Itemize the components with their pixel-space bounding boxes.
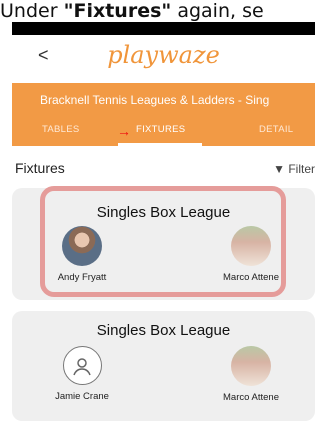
fixtures-section-header: Fixtures ▼ Filter — [12, 158, 315, 180]
fixture-title: Singles Box League — [96, 322, 231, 339]
league-title: Bracknell Tennis Leagues & Ladders - Sin… — [40, 93, 270, 107]
section-title: Fixtures — [15, 160, 65, 176]
instruction-caption: Under "Fixtures" again, se — [0, 0, 327, 22]
player-left: Jamie Crane — [42, 346, 122, 402]
player-name: Jamie Crane — [55, 391, 109, 402]
tab-fixtures[interactable]: FIXTURES — [136, 124, 185, 135]
highlight-box — [40, 186, 286, 297]
filter-button[interactable]: ▼ Filter — [273, 162, 315, 176]
avatar — [231, 346, 271, 386]
filter-triangle-icon: ▼ — [273, 162, 289, 176]
active-tab-indicator — [118, 143, 202, 146]
caption-bold: "Fixtures" — [63, 0, 172, 22]
caption-prefix: Under — [0, 0, 64, 22]
league-header: Bracknell Tennis Leagues & Ladders - Sin… — [12, 83, 315, 146]
status-bar — [12, 22, 315, 35]
player-name: Marco Attene — [223, 392, 279, 403]
app-header: < playwaze — [12, 35, 315, 83]
filter-label: Filter — [288, 162, 315, 176]
fixture-card[interactable]: Singles Box League Jamie Crane Marco Att… — [12, 311, 315, 421]
tab-detail[interactable]: DETAIL — [259, 124, 293, 135]
annotation-arrow-icon: → — [117, 123, 131, 139]
user-icon — [62, 346, 102, 385]
player-right: Marco Attene — [211, 346, 291, 403]
tab-tables[interactable]: TABLES — [42, 124, 80, 135]
app-logo: playwaze — [107, 41, 220, 69]
caption-suffix: again, se — [171, 0, 264, 22]
